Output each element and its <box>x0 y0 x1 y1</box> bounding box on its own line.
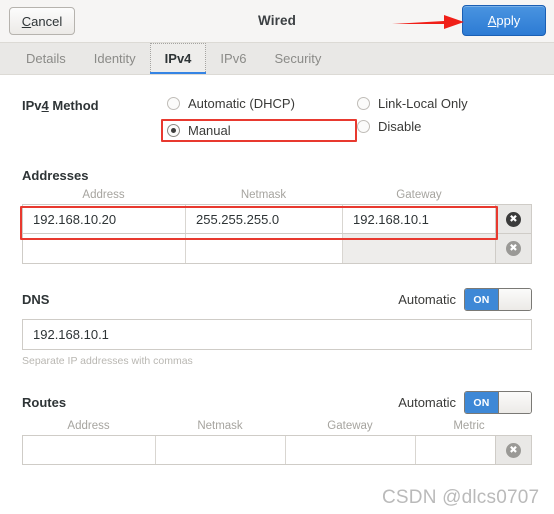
radio-manual-label: Manual <box>188 123 231 138</box>
close-icon: ✖ <box>506 442 521 458</box>
route-address-input-row1[interactable] <box>23 436 156 464</box>
dns-header: DNS Automatic ON <box>22 288 532 311</box>
ipv4-method-label-pre: IPv <box>22 98 42 113</box>
addresses-col-netmask: Netmask <box>240 189 287 201</box>
route-metric-input-row1[interactable] <box>416 436 495 464</box>
radio-link-local-only-label: Link-Local Only <box>378 96 468 111</box>
routes-col-netmask: Netmask <box>197 420 243 432</box>
routes-col-metric: Metric <box>453 420 485 432</box>
tab-security-label: Security <box>274 51 322 66</box>
ipv4-method-column-left: Automatic (DHCP) Manual <box>161 96 357 142</box>
routes-header: Routes Automatic ON <box>22 391 532 414</box>
radio-manual-icon <box>167 124 180 137</box>
close-icon: ✖ <box>506 241 521 256</box>
ipv4-panel: IPv4 Method Automatic (DHCP) Manual Link… <box>0 96 554 465</box>
radio-disable-icon <box>357 120 370 133</box>
tab-ipv4[interactable]: IPv4 <box>149 43 207 74</box>
table-row: 192.168.10.20 255.255.255.0 192.168.10.1… <box>22 204 532 234</box>
dns-toggle-state: ON <box>465 289 498 310</box>
ipv4-method-section: IPv4 Method Automatic (DHCP) Manual Link… <box>22 96 532 142</box>
addresses-col-gateway: Gateway <box>396 189 442 201</box>
apply-label-rest: pply <box>496 13 521 28</box>
delete-route-row1-button[interactable]: ✖ <box>495 436 531 464</box>
routes-col-gateway: Gateway <box>327 420 373 432</box>
ipv4-method-label-post: Method <box>48 98 99 113</box>
addresses-heading: Addresses <box>22 168 89 183</box>
tab-details-label: Details <box>26 51 66 66</box>
netmask-input-row2[interactable] <box>186 234 343 263</box>
radio-link-local-only-icon <box>357 97 370 110</box>
tab-identity[interactable]: Identity <box>80 43 150 74</box>
tab-ipv4-label: IPv4 <box>164 51 192 66</box>
ipv4-method-label: IPv4 Method <box>22 96 167 142</box>
radio-disable[interactable]: Disable <box>357 119 468 134</box>
settings-tabs: Details Identity IPv4 IPv6 Security <box>0 43 554 75</box>
route-gateway-input-row1[interactable] <box>286 436 416 464</box>
dns-servers-input[interactable]: 192.168.10.1 <box>22 319 532 350</box>
routes-automatic-label: Automatic <box>398 395 456 410</box>
addresses-table-header: Address Netmask Gateway <box>22 189 532 204</box>
network-settings-dialog: Cancel Wired Apply Details Identity IPv4… <box>0 0 554 514</box>
tab-details[interactable]: Details <box>12 43 80 74</box>
apply-mnemonic: A <box>487 13 497 28</box>
ipv4-method-column-right: Link-Local Only Disable <box>357 96 468 142</box>
tab-ipv6-label: IPv6 <box>220 51 247 66</box>
dns-toggle-knob <box>498 289 531 310</box>
radio-automatic-dhcp-label: Automatic (DHCP) <box>188 96 295 111</box>
dns-hint: Separate IP addresses with commas <box>22 355 193 367</box>
dns-automatic-control: Automatic ON <box>398 288 532 311</box>
dialog-titlebar: Cancel Wired Apply <box>0 0 554 43</box>
apply-button[interactable]: Apply <box>462 5 546 36</box>
radio-link-local-only[interactable]: Link-Local Only <box>357 96 468 111</box>
tab-identity-label: Identity <box>93 51 136 66</box>
routes-col-address: Address <box>67 420 110 432</box>
delete-address-row1-button[interactable]: ✖ <box>495 205 531 233</box>
routes-automatic-control: Automatic ON <box>398 391 532 414</box>
tab-security[interactable]: Security <box>260 43 335 74</box>
routes-table-header: Address Netmask Gateway Metric <box>22 420 532 435</box>
routes-table: Address Netmask Gateway Metric ✖ <box>22 420 532 465</box>
route-netmask-input-row1[interactable] <box>156 436 286 464</box>
routes-toggle-state: ON <box>465 392 498 413</box>
ipv4-method-mnemonic: 4 <box>41 98 49 113</box>
address-input-row1[interactable]: 192.168.10.20 <box>23 205 186 233</box>
addresses-table: Address Netmask Gateway 192.168.10.20 25… <box>20 189 532 264</box>
dns-heading: DNS <box>22 292 50 307</box>
radio-disable-label: Disable <box>378 119 422 134</box>
dns-automatic-label: Automatic <box>398 292 456 307</box>
watermark: CSDN @dlcs0707 <box>382 487 540 508</box>
address-input-row2[interactable] <box>23 234 186 263</box>
gateway-input-row2[interactable] <box>343 234 495 263</box>
radio-automatic-dhcp[interactable]: Automatic (DHCP) <box>167 96 357 111</box>
routes-automatic-toggle[interactable]: ON <box>464 391 532 414</box>
tab-ipv6[interactable]: IPv6 <box>206 43 260 74</box>
netmask-input-row1[interactable]: 255.255.255.0 <box>186 205 343 233</box>
routes-heading: Routes <box>22 395 67 410</box>
addresses-col-address: Address <box>82 189 125 201</box>
dns-automatic-toggle[interactable]: ON <box>464 288 532 311</box>
table-row: ✖ <box>22 435 532 465</box>
table-row: ✖ <box>22 234 532 264</box>
gateway-input-row1[interactable]: 192.168.10.1 <box>343 205 495 233</box>
radio-automatic-dhcp-icon <box>167 97 180 110</box>
radio-manual[interactable]: Manual <box>161 119 357 142</box>
close-icon: ✖ <box>506 211 521 227</box>
delete-address-row2-button[interactable]: ✖ <box>495 234 531 263</box>
routes-toggle-knob <box>498 392 531 413</box>
